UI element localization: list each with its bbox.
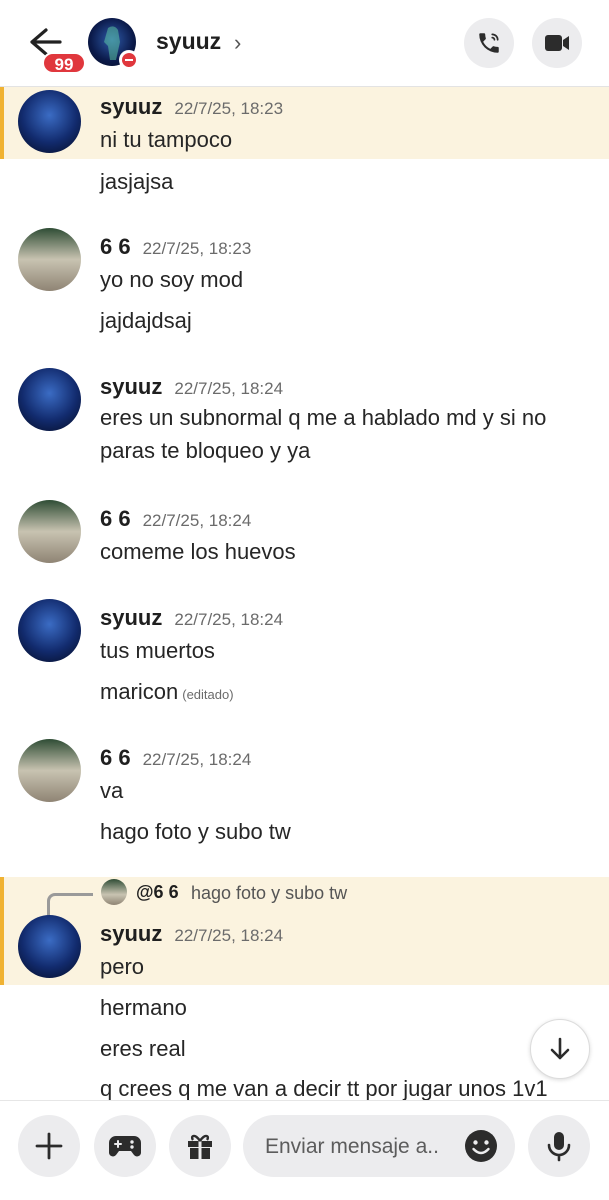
phone-icon: [479, 33, 499, 53]
emoji-icon[interactable]: [464, 1129, 498, 1163]
message-author[interactable]: 6 6 22/7/25, 18:24: [100, 506, 251, 532]
gamepad-icon: [109, 1136, 141, 1157]
plus-icon: [35, 1132, 63, 1160]
message-text: comeme los huevos: [100, 539, 296, 564]
message-input-placeholder: Enviar mensaje a..: [265, 1135, 439, 1158]
jump-to-bottom-button[interactable]: [530, 1019, 590, 1079]
message-text: maricon (editado): [100, 679, 234, 704]
avatar: [101, 879, 127, 905]
message-timestamp: 22/7/25, 18:23: [142, 239, 252, 258]
message-author[interactable]: syuuz 22/7/25, 18:24: [100, 374, 283, 400]
reply-connector: [47, 893, 93, 917]
voice-message-button[interactable]: [528, 1115, 590, 1177]
message-text: q crees q me van a decir tt por jugar un…: [100, 1076, 548, 1100]
avatar[interactable]: [18, 500, 81, 563]
chevron-right-icon[interactable]: ›: [234, 30, 241, 56]
message-text: jajdajdsaj: [100, 308, 192, 333]
avatar[interactable]: [18, 915, 81, 978]
reply-preview[interactable]: hago foto y subo tw: [191, 883, 347, 904]
unread-badge: 99: [42, 52, 86, 74]
message-text: ni tu tampoco: [100, 127, 233, 152]
message-timestamp: 22/7/25, 18:23: [174, 99, 284, 118]
video-icon: [545, 35, 569, 51]
mic-icon: [547, 1132, 571, 1162]
gift-button[interactable]: [169, 1115, 231, 1177]
message-input[interactable]: Enviar mensaje a..: [243, 1115, 515, 1177]
message-author[interactable]: syuuz 22/7/25, 18:24: [100, 921, 283, 947]
message-text: eres real: [100, 1036, 186, 1061]
message-text: jasjajsa: [100, 169, 174, 194]
message-author[interactable]: syuuz 22/7/25, 18:24: [100, 605, 283, 631]
message-author[interactable]: syuuz 22/7/25, 18:23: [100, 94, 283, 120]
message-text: yo no soy mod: [100, 267, 244, 292]
message-timestamp: 22/7/25, 18:24: [174, 610, 284, 629]
avatar[interactable]: [18, 228, 81, 291]
arrow-down-icon: [550, 1037, 570, 1060]
edited-label: (editado): [182, 687, 234, 702]
voice-call-button[interactable]: [464, 18, 514, 68]
page-title[interactable]: syuuz: [156, 28, 221, 55]
message-author[interactable]: 6 6 22/7/25, 18:24: [100, 745, 251, 771]
message-text: hago foto y subo tw: [100, 819, 291, 844]
activities-button[interactable]: [94, 1115, 156, 1177]
message-timestamp: 22/7/25, 18:24: [174, 379, 284, 398]
message-author[interactable]: 6 6 22/7/25, 18:23: [100, 234, 251, 260]
gift-icon: [188, 1134, 212, 1159]
chat-header: 99 syuuz ›: [0, 0, 609, 87]
video-call-button[interactable]: [532, 18, 582, 68]
dnd-status-icon: [119, 50, 139, 70]
message-text: pero: [100, 954, 145, 979]
avatar[interactable]: [18, 368, 81, 431]
message-text: hermano: [100, 995, 187, 1020]
message-text: eres un subnormal q me a hablado md y si…: [100, 405, 547, 463]
mention-highlight: [0, 87, 609, 159]
message-text: tus muertos: [100, 638, 215, 663]
avatar[interactable]: [18, 90, 81, 153]
composer-bar: Enviar mensaje a..: [0, 1100, 609, 1200]
message-timestamp: 22/7/25, 18:24: [142, 750, 252, 769]
message-text: va: [100, 778, 124, 803]
avatar[interactable]: [18, 599, 81, 662]
message-timestamp: 22/7/25, 18:24: [142, 511, 252, 530]
message-list[interactable]: syuuz 22/7/25, 18:23 ni tu tampoco jasjaj…: [0, 87, 609, 1100]
attach-button[interactable]: [18, 1115, 80, 1177]
message-timestamp: 22/7/25, 18:24: [174, 926, 284, 945]
avatar[interactable]: [18, 739, 81, 802]
reply-mention[interactable]: @6 6: [136, 882, 179, 903]
